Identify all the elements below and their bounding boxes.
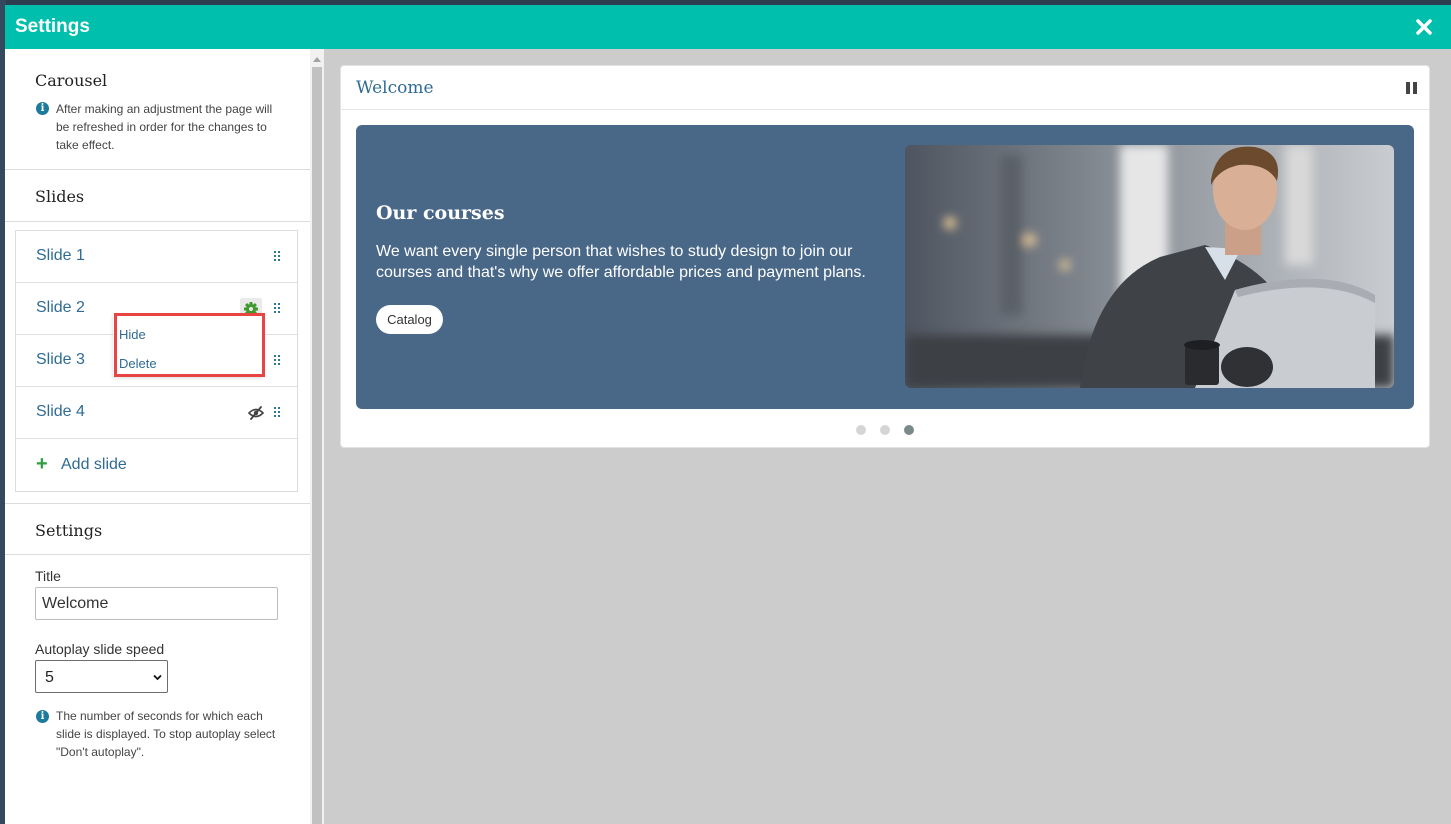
divider <box>5 169 310 170</box>
modal-titlebar: Settings <box>5 5 1451 49</box>
carousel-card: Welcome Our courses We want every single… <box>340 65 1430 448</box>
drag-handle-icon[interactable] <box>274 407 281 418</box>
carousel-note: After making an adjustment the page will… <box>56 102 273 152</box>
slide-label[interactable]: Slide 3 <box>36 351 85 369</box>
slide-text: We want every single person that wishes … <box>376 243 866 281</box>
modal-title: Settings <box>15 16 90 37</box>
menu-item-hide[interactable]: Hide <box>119 327 146 342</box>
carousel-dot-3[interactable] <box>904 425 914 435</box>
settings-modal: Settings Carousel i After making an adju… <box>5 5 1451 824</box>
slides-heading: Slides <box>35 187 85 206</box>
slide-label[interactable]: Slide 1 <box>36 247 85 265</box>
info-icon: i <box>36 102 49 115</box>
drag-handle-icon[interactable] <box>274 251 281 262</box>
card-title: Welcome <box>356 78 434 98</box>
scroll-up-icon[interactable] <box>313 57 321 62</box>
select-value: 5 <box>45 669 54 686</box>
slide-context-menu: Hide Delete <box>113 315 263 377</box>
title-field-label: Title <box>35 568 61 584</box>
catalog-button[interactable]: Catalog <box>376 305 443 334</box>
slide-row-4[interactable]: Slide 4 <box>16 387 297 439</box>
add-slide-button[interactable]: + Add slide <box>16 439 297 491</box>
divider <box>5 503 310 504</box>
scrollbar-thumb[interactable] <box>312 67 322 824</box>
speed-field-label: Autoplay slide speed <box>35 641 165 657</box>
menu-item-delete[interactable]: Delete <box>119 356 157 371</box>
title-input[interactable] <box>35 587 278 620</box>
settings-sidebar: Carousel i After making an adjustment th… <box>5 49 310 824</box>
slide-label[interactable]: Slide 2 <box>36 299 85 317</box>
eye-off-icon[interactable] <box>248 406 264 420</box>
close-icon[interactable] <box>1413 16 1435 38</box>
slide-label[interactable]: Slide 4 <box>36 403 85 421</box>
chevron-down-icon <box>153 674 162 681</box>
info-icon: i <box>36 710 49 723</box>
slide-photo <box>905 145 1394 388</box>
sidebar-scrollbar[interactable] <box>310 49 324 824</box>
slide-row-1[interactable]: Slide 1 <box>16 231 297 283</box>
speed-note: The number of seconds for which each sli… <box>56 709 276 759</box>
drag-handle-icon[interactable] <box>274 303 281 314</box>
carousel-dot-1[interactable] <box>856 425 866 435</box>
carousel-dot-2[interactable] <box>880 425 890 435</box>
divider <box>5 554 310 555</box>
add-slide-label[interactable]: Add slide <box>61 456 127 474</box>
drag-handle-icon[interactable] <box>274 355 281 366</box>
settings-heading: Settings <box>35 521 103 540</box>
divider <box>341 109 1429 110</box>
pause-icon[interactable] <box>1406 82 1417 94</box>
autoplay-speed-select[interactable]: 5 <box>35 660 168 693</box>
divider <box>5 221 310 222</box>
preview-area: Welcome Our courses We want every single… <box>324 49 1451 824</box>
plus-icon: + <box>36 453 48 475</box>
carousel-slide: Our courses We want every single person … <box>356 125 1414 409</box>
slide-heading: Our courses <box>376 202 505 224</box>
carousel-heading: Carousel <box>35 71 108 90</box>
